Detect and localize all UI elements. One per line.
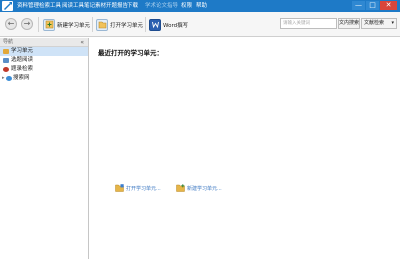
sidebar-item-search-web[interactable]: ▸ 搜索网	[0, 74, 88, 83]
new-unit-button[interactable]: 新建学习单元	[43, 17, 90, 32]
menu-item-download[interactable]: 下载	[127, 0, 138, 12]
sidebar: 导航 « 学习单元 选题阅读 题录检索 ▸ 搜索网	[0, 38, 89, 259]
back-button[interactable]: ←	[5, 18, 17, 30]
forward-button[interactable]: →	[21, 18, 33, 30]
word-write-button[interactable]: Word撰写	[149, 17, 188, 32]
sidebar-header-label: 导航	[3, 39, 14, 45]
chevron-down-icon: ▾	[391, 20, 394, 26]
folder-new-icon	[176, 184, 185, 192]
menu-item-resources[interactable]: 资料管理	[17, 0, 39, 12]
new-unit-label: 新建学习单元	[57, 22, 91, 29]
open-unit-button[interactable]: 打开学习单元	[96, 17, 143, 32]
sidebar-header: 导航 «	[0, 38, 88, 47]
book-icon	[3, 49, 9, 54]
sidebar-item-citation-search[interactable]: 题录检索	[0, 65, 88, 74]
maximize-button[interactable]: □	[366, 1, 379, 10]
search-icon	[3, 67, 9, 72]
new-unit-icon	[43, 18, 55, 31]
menu-item-help[interactable]: 帮助	[196, 0, 207, 12]
close-button[interactable]: ✕	[380, 1, 397, 10]
menu-item-reading-tools[interactable]: 阅读工具	[62, 0, 84, 12]
menu-item-notes[interactable]: 笔记素材	[84, 0, 106, 12]
literature-search-label: 文献检索	[364, 20, 385, 26]
open-unit-link-label: 打开学习单元...	[126, 185, 161, 192]
title-bar: 资料管理 检索工具 阅读工具 笔记素材 开题报告 下载 学术论文指导 权限 帮助…	[0, 0, 400, 12]
menu-item-search-tools[interactable]: 检索工具	[39, 0, 61, 12]
menu-item-proposal[interactable]: 开题报告	[106, 0, 128, 12]
toolbar-separator	[38, 17, 39, 32]
minimize-button[interactable]: —	[352, 1, 365, 10]
expand-arrow-icon[interactable]: ▸	[2, 74, 5, 83]
menu-item-paper-guide[interactable]: 学术论文指导	[145, 0, 178, 12]
open-unit-label: 打开学习单元	[110, 22, 144, 29]
sidebar-item-learning-unit[interactable]: 学习单元	[0, 47, 88, 56]
page-title: 最近打开的学习单元：	[98, 49, 163, 57]
new-unit-link-label: 新建学习单元...	[187, 185, 222, 192]
toolbar: ← → 新建学习单元 打开学习单元 Word撰写 文内搜索 文献检索 ▾	[0, 12, 400, 37]
menu-item-permissions[interactable]: 权限	[181, 0, 192, 12]
sidebar-item-topic-reading[interactable]: 选题阅读	[0, 56, 88, 65]
sidebar-item-label: 学习单元	[11, 48, 34, 54]
sidebar-item-label: 题录检索	[11, 66, 34, 72]
document-icon	[3, 58, 9, 63]
collapse-sidebar-icon[interactable]: «	[80, 38, 84, 47]
fulltext-search-button[interactable]: 文内搜索	[338, 18, 360, 29]
word-write-label: Word撰写	[163, 22, 189, 29]
sidebar-item-label: 选题阅读	[11, 57, 34, 63]
open-unit-icon	[96, 18, 108, 31]
literature-search-dropdown[interactable]: 文献检索 ▾	[361, 18, 397, 29]
open-unit-link[interactable]: 打开学习单元...	[115, 184, 161, 192]
toolbar-separator	[92, 17, 93, 32]
main-panel: 最近打开的学习单元： 打开学习单元... 新建学习单元...	[90, 38, 400, 259]
sidebar-item-label: 搜索网	[13, 75, 30, 81]
word-icon	[149, 18, 161, 31]
folder-open-icon	[115, 184, 124, 192]
keyword-search-input[interactable]	[280, 18, 337, 29]
app-logo-icon	[2, 1, 13, 11]
toolbar-separator	[145, 17, 146, 32]
globe-icon	[6, 76, 12, 81]
new-unit-link[interactable]: 新建学习单元...	[176, 184, 222, 192]
